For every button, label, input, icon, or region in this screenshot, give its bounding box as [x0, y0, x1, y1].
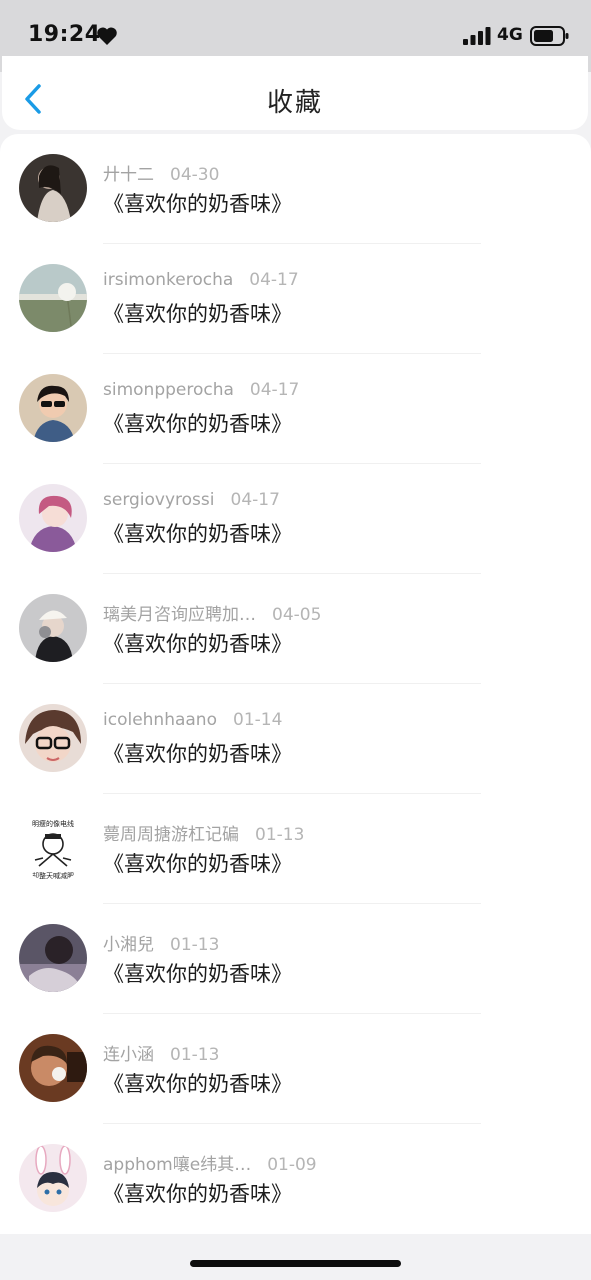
avatar-caption-bottom: 却整天喊减肥: [32, 871, 74, 880]
favorites-list: 廾十二 04-30 《喜欢你的奶香味》 irsimonkerocha 04-17 《…: [0, 134, 591, 1234]
page-title: 收藏: [266, 88, 323, 118]
signal-icon: [463, 27, 491, 45]
item-date: 01-09: [267, 1155, 317, 1175]
item-date: 04-17: [249, 380, 300, 400]
username: 璃美月咨询应聘加…: [103, 605, 256, 625]
heart-icon: [97, 27, 117, 45]
username: 连小涵: [103, 1045, 154, 1065]
username: sergiovyrossi: [103, 490, 215, 510]
avatar[interactable]: [19, 704, 87, 772]
home-indicator[interactable]: [190, 1260, 401, 1267]
song-title: 《喜欢你的奶香味》: [103, 412, 292, 436]
avatar[interactable]: [19, 484, 87, 552]
song-title: 《喜欢你的奶香味》: [103, 1072, 292, 1096]
item-date: 01-13: [255, 825, 305, 845]
username: 廾十二: [103, 165, 154, 185]
item-date: 04-30: [170, 165, 220, 185]
username: icolehnhaano: [103, 710, 217, 730]
list-item[interactable]: 连小涵 01-13 《喜欢你的奶香味》: [0, 1014, 591, 1124]
song-title: 《喜欢你的奶香味》: [103, 632, 292, 656]
song-title: 《喜欢你的奶香味》: [103, 522, 292, 546]
status-time: 19:24: [28, 22, 101, 47]
list-item[interactable]: apphom嚷e纬其… 01-09 《喜欢你的奶香味》: [0, 1124, 591, 1234]
song-title: 《喜欢你的奶香味》: [103, 192, 292, 216]
username: 小湘兒: [103, 935, 154, 955]
list-item[interactable]: sergiovyrossi 04-17 《喜欢你的奶香味》: [0, 464, 591, 574]
item-date: 01-14: [233, 710, 283, 730]
list-item[interactable]: 廾十二 04-30 《喜欢你的奶香味》: [0, 134, 591, 244]
home-bar-area: [0, 1234, 591, 1280]
song-title: 《喜欢你的奶香味》: [103, 742, 292, 766]
avatar[interactable]: [19, 154, 87, 222]
avatar[interactable]: [19, 1144, 87, 1212]
list-item[interactable]: 小湘兒 01-13 《喜欢你的奶香味》: [0, 904, 591, 1014]
battery-icon: [530, 26, 569, 46]
username: 薨周周搪游杠记碥: [103, 825, 239, 845]
avatar[interactable]: [19, 1034, 87, 1102]
avatar[interactable]: 明瘦的像电线 却整天喊减肥: [19, 814, 87, 882]
list-item[interactable]: 明瘦的像电线 却整天喊减肥 薨周周搪游杠记碥 01-13 《喜欢你的奶香味》: [0, 794, 591, 904]
list-item[interactable]: 璃美月咨询应聘加… 04-05 《喜欢你的奶香味》: [0, 574, 591, 684]
list-item[interactable]: simonpperocha 04-17 《喜欢你的奶香味》: [0, 354, 591, 464]
song-title: 《喜欢你的奶香味》: [103, 962, 292, 986]
song-title: 《喜欢你的奶香味》: [103, 1182, 292, 1206]
avatar[interactable]: [19, 924, 87, 992]
avatar[interactable]: [19, 594, 87, 662]
list-item[interactable]: irsimonkerocha 04-17 《喜欢你的奶香味》: [0, 244, 591, 354]
item-date: 04-05: [272, 605, 322, 625]
song-title: 《喜欢你的奶香味》: [103, 852, 292, 876]
avatar[interactable]: [19, 374, 87, 442]
song-title: 《喜欢你的奶香味》: [103, 302, 292, 326]
item-date: 01-13: [170, 935, 220, 955]
avatar-caption-top: 明瘦的像电线: [32, 819, 74, 828]
username: simonpperocha: [103, 380, 234, 400]
avatar[interactable]: [19, 264, 87, 332]
username: irsimonkerocha: [103, 270, 234, 290]
username: apphom嚷e纬其…: [103, 1155, 252, 1175]
item-date: 04-17: [249, 270, 299, 290]
item-date: 04-17: [230, 490, 280, 510]
network-type: 4G: [497, 25, 523, 45]
list-item[interactable]: icolehnhaano 01-14 《喜欢你的奶香味》: [0, 684, 591, 794]
nav-bar: 收藏: [2, 56, 588, 130]
item-date: 01-13: [170, 1045, 220, 1065]
